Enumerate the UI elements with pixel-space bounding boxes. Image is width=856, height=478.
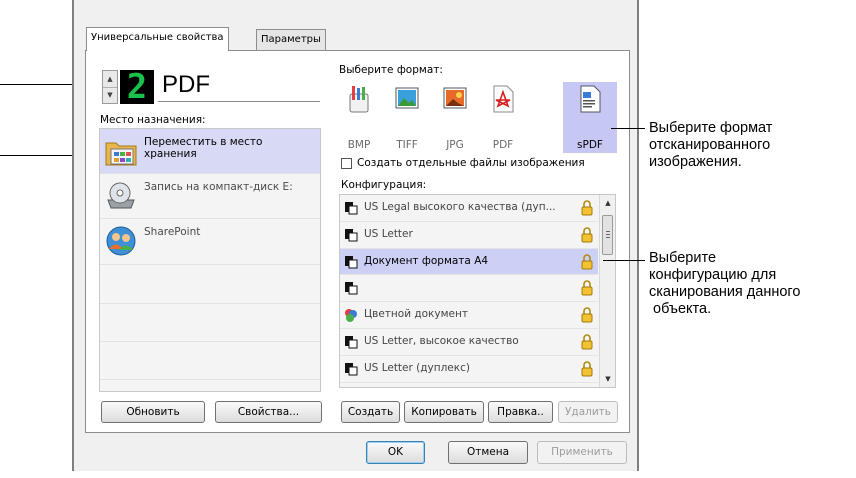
delete-button[interactable]: Удалить: [558, 401, 618, 423]
config-item[interactable]: Цветной документ: [340, 302, 598, 328]
configuration-label: Конфигурация:: [341, 179, 427, 191]
destination-list[interactable]: Переместить в место хранения Запись на к…: [99, 128, 321, 392]
ok-button[interactable]: OK: [366, 441, 425, 464]
copy-button[interactable]: Копировать: [404, 401, 484, 423]
lock-icon: [581, 280, 593, 296]
scanner-icon: [345, 228, 358, 242]
format-option-tiff[interactable]: TIFF: [388, 82, 426, 153]
lock-icon: [581, 361, 593, 377]
scroll-down-icon[interactable]: ▼: [600, 371, 615, 387]
scanner-icon: [345, 282, 358, 295]
pdf-icon: [493, 85, 514, 113]
format-option-label: PDF: [492, 139, 514, 151]
format-option-label: JPG: [446, 139, 464, 151]
apply-button[interactable]: Применить: [537, 441, 627, 464]
sharepoint-icon: [106, 226, 136, 256]
scrollbar[interactable]: ▲ ▼: [599, 195, 615, 387]
config-item-label: Документ формата A4: [364, 254, 489, 267]
config-item[interactable]: Документ формата A4: [340, 248, 598, 275]
destination-label: Место назначения:: [100, 114, 206, 126]
counter-stepper[interactable]: ▲ ▼: [102, 70, 118, 104]
configuration-list[interactable]: US Legal высокого качества (дуп... US Let…: [339, 194, 616, 388]
tab-parameters[interactable]: Параметры: [256, 29, 326, 51]
scanner-icon: [345, 336, 358, 349]
format-option-bmp[interactable]: BMP: [340, 82, 378, 153]
destination-item-cd-burn[interactable]: Запись на компакт-диск E:: [100, 174, 320, 218]
bmp-icon: [349, 86, 369, 113]
lock-icon: [581, 307, 593, 323]
cd-drive-icon: [107, 182, 135, 209]
scroll-up-icon[interactable]: ▲: [600, 195, 615, 211]
config-item[interactable]: US Letter (дуплекс): [340, 356, 598, 382]
config-item-label: Цветной документ: [364, 308, 468, 321]
config-item[interactable]: US Letter, высокое качество: [340, 329, 598, 355]
create-button[interactable]: Создать: [341, 401, 400, 423]
folder-grid-icon: [105, 142, 137, 166]
config-item-label: US Legal высокого качества (дуп...: [364, 201, 556, 213]
destination-item-move-to-storage[interactable]: Переместить в место хранения: [100, 129, 320, 173]
jpg-icon: [443, 87, 467, 109]
lock-icon: [581, 334, 593, 350]
stepper-up-icon[interactable]: ▲: [103, 71, 117, 88]
lock-icon: [581, 253, 593, 270]
config-item-label: US Letter, высокое качество: [364, 335, 519, 347]
config-item[interactable]: [340, 275, 598, 301]
lock-icon: [581, 227, 593, 243]
destination-item-label: Переместить в место хранения: [144, 136, 263, 160]
counter-display: 2: [120, 67, 154, 107]
format-option-label: BMP: [347, 139, 371, 151]
tab-universal-properties[interactable]: Универсальные свойства: [86, 27, 229, 51]
config-item[interactable]: US Legal высокого качества (дуп...: [340, 195, 598, 221]
format-option-spdf[interactable]: sPDF: [563, 82, 617, 153]
format-option-pdf[interactable]: PDF: [484, 82, 522, 153]
refresh-button[interactable]: Обновить: [101, 401, 205, 423]
config-item-label: US Letter (дуплекс): [364, 361, 470, 374]
callout-line-format: [611, 128, 645, 129]
format-name-underline: [158, 101, 320, 102]
destination-item-label: Запись на компакт-диск E:: [144, 181, 293, 193]
stepper-down-icon[interactable]: ▼: [103, 87, 117, 103]
destination-item-label: SharePoint: [144, 226, 201, 238]
format-option-label: sPDF: [577, 139, 603, 151]
properties-button[interactable]: Свойства...: [215, 401, 322, 423]
separate-files-checkbox[interactable]: [341, 158, 352, 169]
spdf-icon: [580, 85, 601, 113]
edit-button[interactable]: Правка..: [488, 401, 553, 423]
format-option-jpg[interactable]: JPG: [436, 82, 474, 153]
callout-line-config: [603, 260, 645, 261]
scanner-icon: [345, 202, 358, 215]
callout-format: Выберите формат отсканированного изображ…: [649, 120, 773, 170]
color-palette-icon: [345, 309, 357, 323]
lock-icon: [581, 200, 593, 216]
scanner-icon: [345, 255, 358, 269]
counter-digit: 2: [126, 67, 148, 107]
scroll-thumb[interactable]: [602, 215, 613, 255]
separate-files-label: Создать отдельные файлы изображения: [357, 157, 585, 169]
callout-config: Выберите конфигурацию для сканирования д…: [649, 250, 801, 317]
config-item[interactable]: US Letter: [340, 222, 598, 248]
config-item-label: US Letter: [364, 227, 413, 240]
tiff-icon: [395, 87, 419, 109]
destination-item-sharepoint[interactable]: SharePoint: [100, 219, 320, 263]
scanner-icon: [345, 362, 358, 376]
cancel-button[interactable]: Отмена: [448, 441, 528, 464]
format-name: PDF: [162, 71, 210, 98]
format-label: Выберите формат:: [339, 64, 443, 76]
format-option-label: TIFF: [396, 139, 418, 151]
